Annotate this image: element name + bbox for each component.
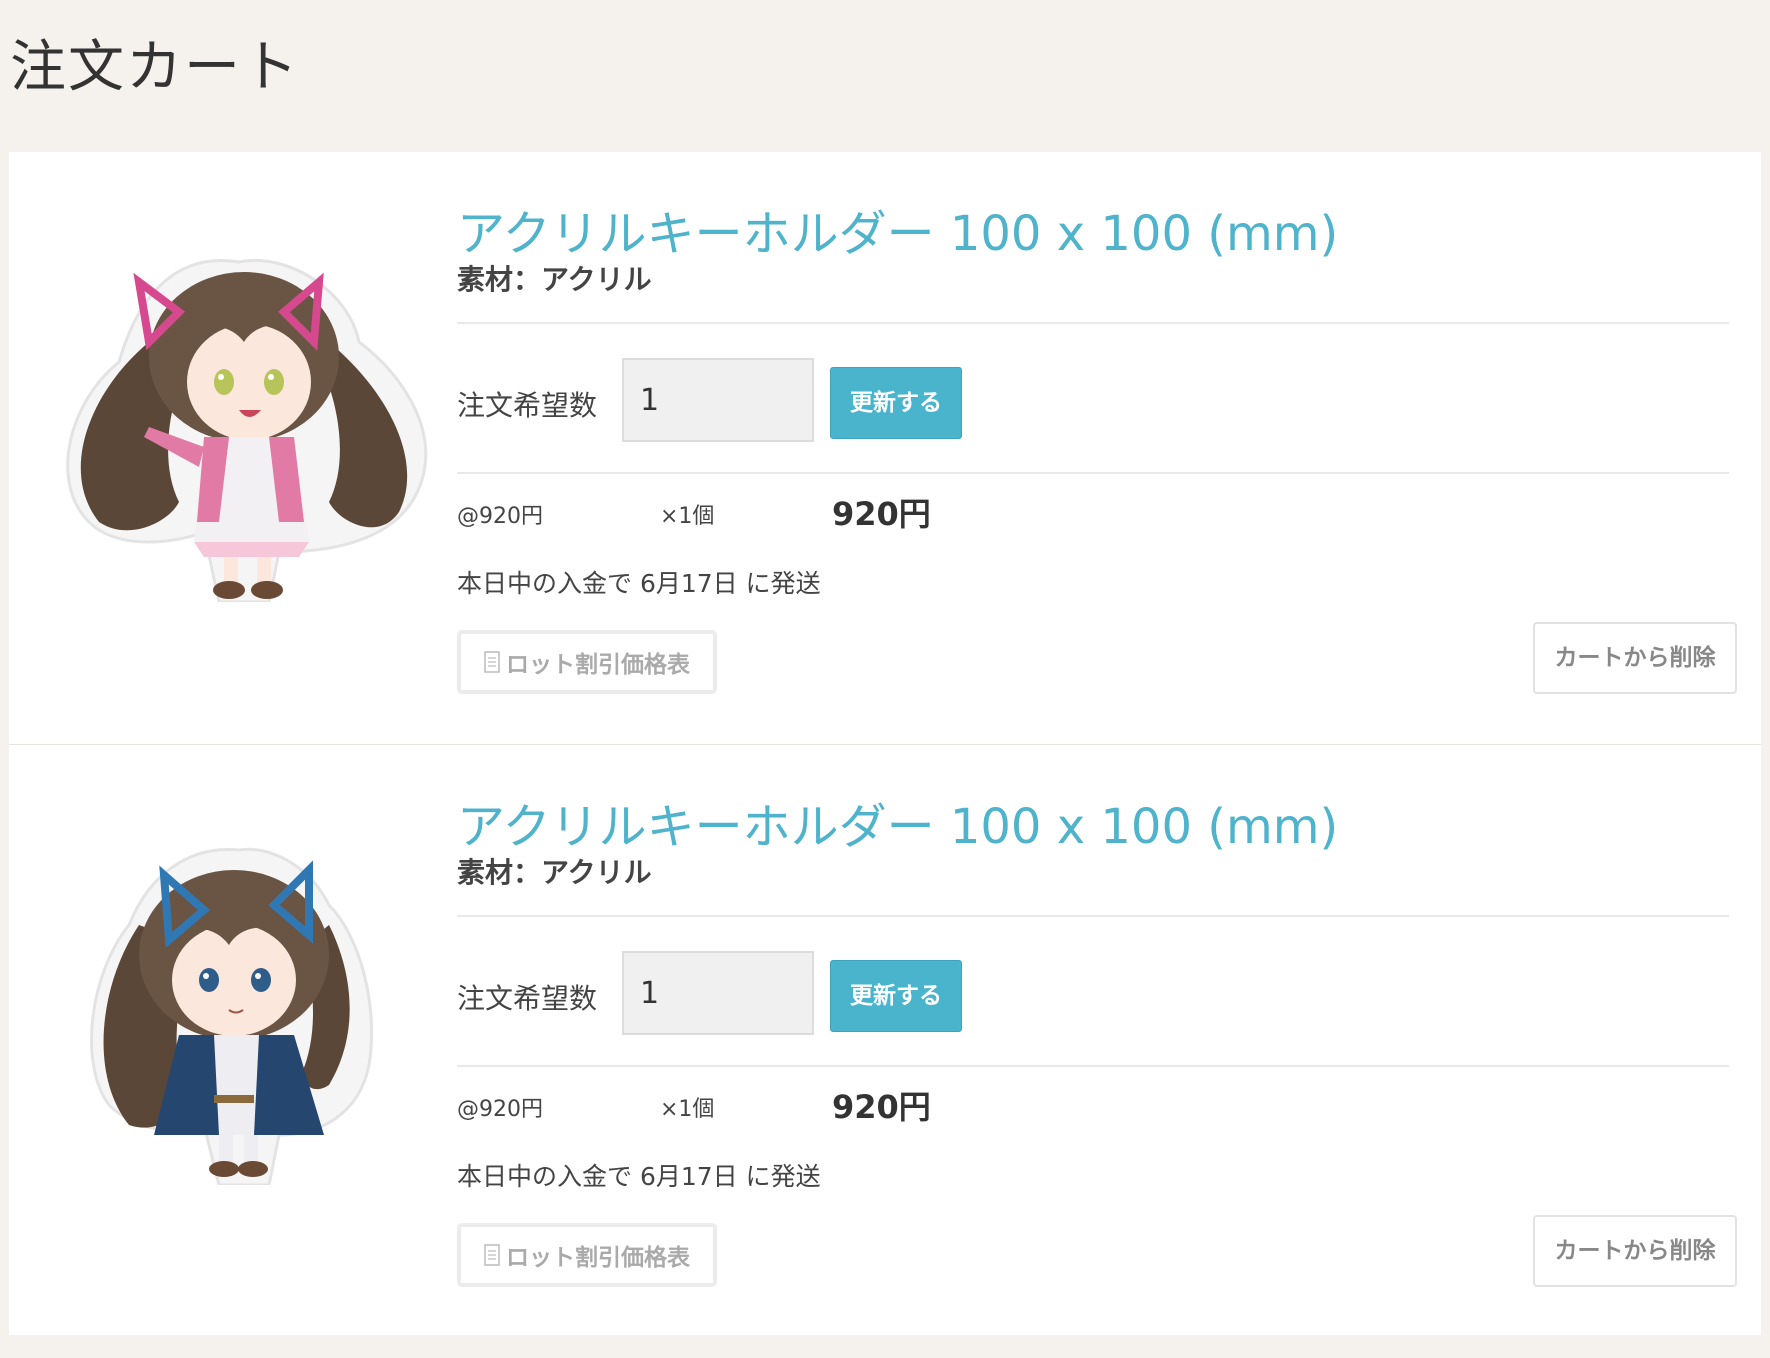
quantity-label: 注文希望数 bbox=[457, 982, 598, 1015]
character-keychain-illustration bbox=[90, 847, 374, 1187]
divider bbox=[457, 472, 1729, 474]
product-title-link[interactable]: アクリルキーホルダー 100 x 100 (mm) bbox=[457, 194, 1338, 264]
material-text: 素材：アクリル bbox=[457, 856, 652, 889]
item-info: アクリルキーホルダー 100 x 100 (mm) 素材：アクリル 注文希望数 … bbox=[457, 745, 1737, 1336]
lot-discount-label: ロット割引価格表 bbox=[506, 1245, 690, 1271]
quantity-input[interactable] bbox=[622, 358, 814, 442]
item-info: アクリルキーホルダー 100 x 100 (mm) 素材：アクリル 注文希望数 … bbox=[457, 152, 1737, 744]
subtotal: 920円 bbox=[832, 495, 931, 533]
divider bbox=[457, 322, 1729, 324]
cart-item: アクリルキーホルダー 100 x 100 (mm) 素材：アクリル 注文希望数 … bbox=[9, 744, 1761, 1336]
divider bbox=[457, 915, 1729, 917]
product-title-link[interactable]: アクリルキーホルダー 100 x 100 (mm) bbox=[457, 787, 1338, 857]
divider bbox=[457, 1065, 1729, 1067]
unit-count: ×1個 bbox=[660, 1097, 715, 1122]
unit-price: @920円 bbox=[457, 1097, 543, 1122]
lot-discount-button[interactable]: ロット割引価格表 bbox=[457, 1223, 717, 1287]
remove-from-cart-button[interactable]: カートから削除 bbox=[1533, 622, 1737, 694]
lot-discount-label: ロット割引価格表 bbox=[506, 652, 690, 678]
update-button[interactable]: 更新する bbox=[830, 960, 962, 1032]
product-image[interactable] bbox=[29, 222, 449, 604]
quantity-input[interactable] bbox=[622, 951, 814, 1035]
product-image[interactable] bbox=[29, 805, 449, 1187]
page-title: 注文カート bbox=[10, 35, 300, 100]
cart-item: アクリルキーホルダー 100 x 100 (mm) 素材：アクリル 注文希望数 … bbox=[9, 152, 1761, 744]
shipping-note: 本日中の入金で 6月17日 に発送 bbox=[457, 569, 821, 598]
unit-count: ×1個 bbox=[660, 504, 715, 529]
document-icon bbox=[484, 1244, 500, 1266]
subtotal: 920円 bbox=[832, 1088, 931, 1126]
quantity-label: 注文希望数 bbox=[457, 389, 598, 422]
cart-panel: アクリルキーホルダー 100 x 100 (mm) 素材：アクリル 注文希望数 … bbox=[9, 152, 1761, 1335]
update-button[interactable]: 更新する bbox=[830, 367, 962, 439]
shipping-note: 本日中の入金で 6月17日 に発送 bbox=[457, 1162, 821, 1191]
unit-price: @920円 bbox=[457, 504, 543, 529]
lot-discount-button[interactable]: ロット割引価格表 bbox=[457, 630, 717, 694]
character-keychain-illustration bbox=[66, 259, 428, 604]
remove-from-cart-button[interactable]: カートから削除 bbox=[1533, 1215, 1737, 1287]
document-icon bbox=[484, 651, 500, 673]
material-text: 素材：アクリル bbox=[457, 263, 652, 296]
